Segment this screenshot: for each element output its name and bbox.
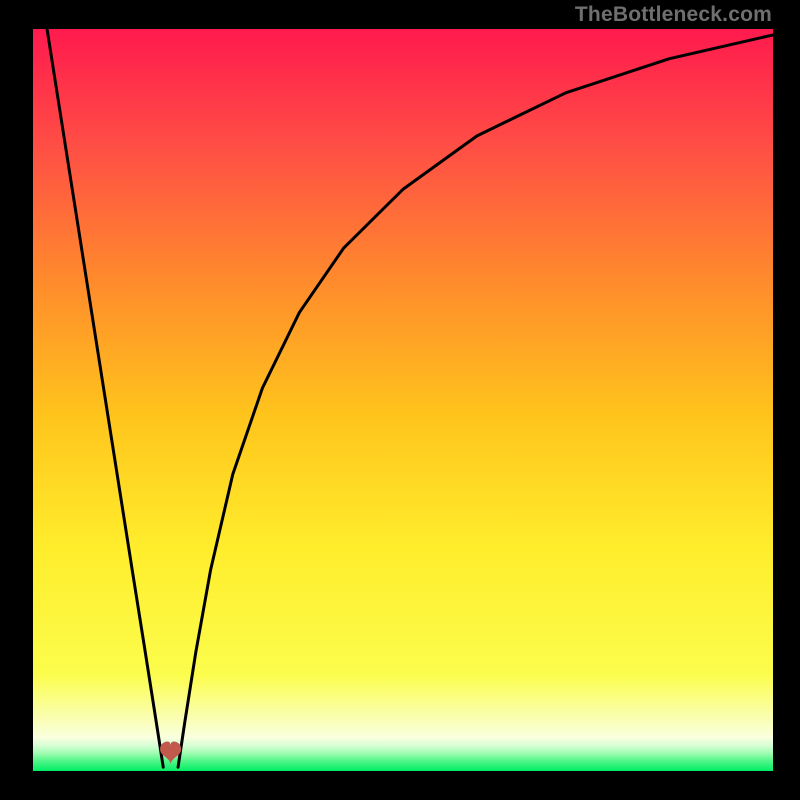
plot-area (33, 29, 773, 771)
chart-svg (33, 29, 773, 771)
gradient-background (33, 29, 773, 771)
chart-frame: TheBottleneck.com (0, 0, 800, 800)
watermark-text: TheBottleneck.com (575, 3, 772, 27)
